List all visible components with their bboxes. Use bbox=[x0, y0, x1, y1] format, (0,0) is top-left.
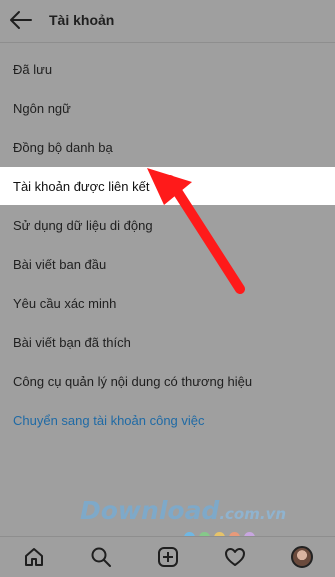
menu-item-liked-posts[interactable]: Bài viết bạn đã thích bbox=[0, 323, 335, 361]
menu-item-cellular-data[interactable]: Sử dụng dữ liệu di động bbox=[0, 206, 335, 244]
watermark: Download.com.vn bbox=[80, 496, 320, 532]
menu-item-saved[interactable]: Đã lưu bbox=[0, 50, 335, 88]
avatar bbox=[290, 546, 313, 568]
menu-item-switch-business-account[interactable]: Chuyển sang tài khoản công việc bbox=[0, 401, 335, 439]
watermark-text: Download bbox=[80, 496, 220, 525]
menu-item-request-verification[interactable]: Yêu cầu xác minh bbox=[0, 284, 335, 322]
header-divider bbox=[0, 42, 335, 43]
back-arrow-icon[interactable] bbox=[9, 10, 33, 30]
add-post-icon[interactable] bbox=[156, 545, 180, 569]
menu-item-linked-accounts[interactable]: Tài khoản được liên kết bbox=[0, 167, 335, 205]
menu-item-original-posts[interactable]: Bài viết ban đầu bbox=[0, 245, 335, 283]
heart-icon[interactable] bbox=[223, 545, 247, 569]
top-bar: Tài khoản bbox=[0, 0, 335, 40]
home-icon[interactable] bbox=[22, 545, 46, 569]
search-icon[interactable] bbox=[89, 545, 113, 569]
menu-item-branded-content-tools[interactable]: Công cụ quản lý nội dung có thương hiệu bbox=[0, 362, 335, 400]
menu-item-contacts-sync[interactable]: Đồng bộ danh bạ bbox=[0, 128, 335, 166]
watermark-suffix: .com.vn bbox=[219, 505, 287, 523]
menu-item-language[interactable]: Ngôn ngữ bbox=[0, 89, 335, 127]
page-title: Tài khoản bbox=[49, 12, 115, 28]
profile-avatar[interactable] bbox=[290, 545, 314, 569]
bottom-navigation bbox=[0, 536, 335, 577]
